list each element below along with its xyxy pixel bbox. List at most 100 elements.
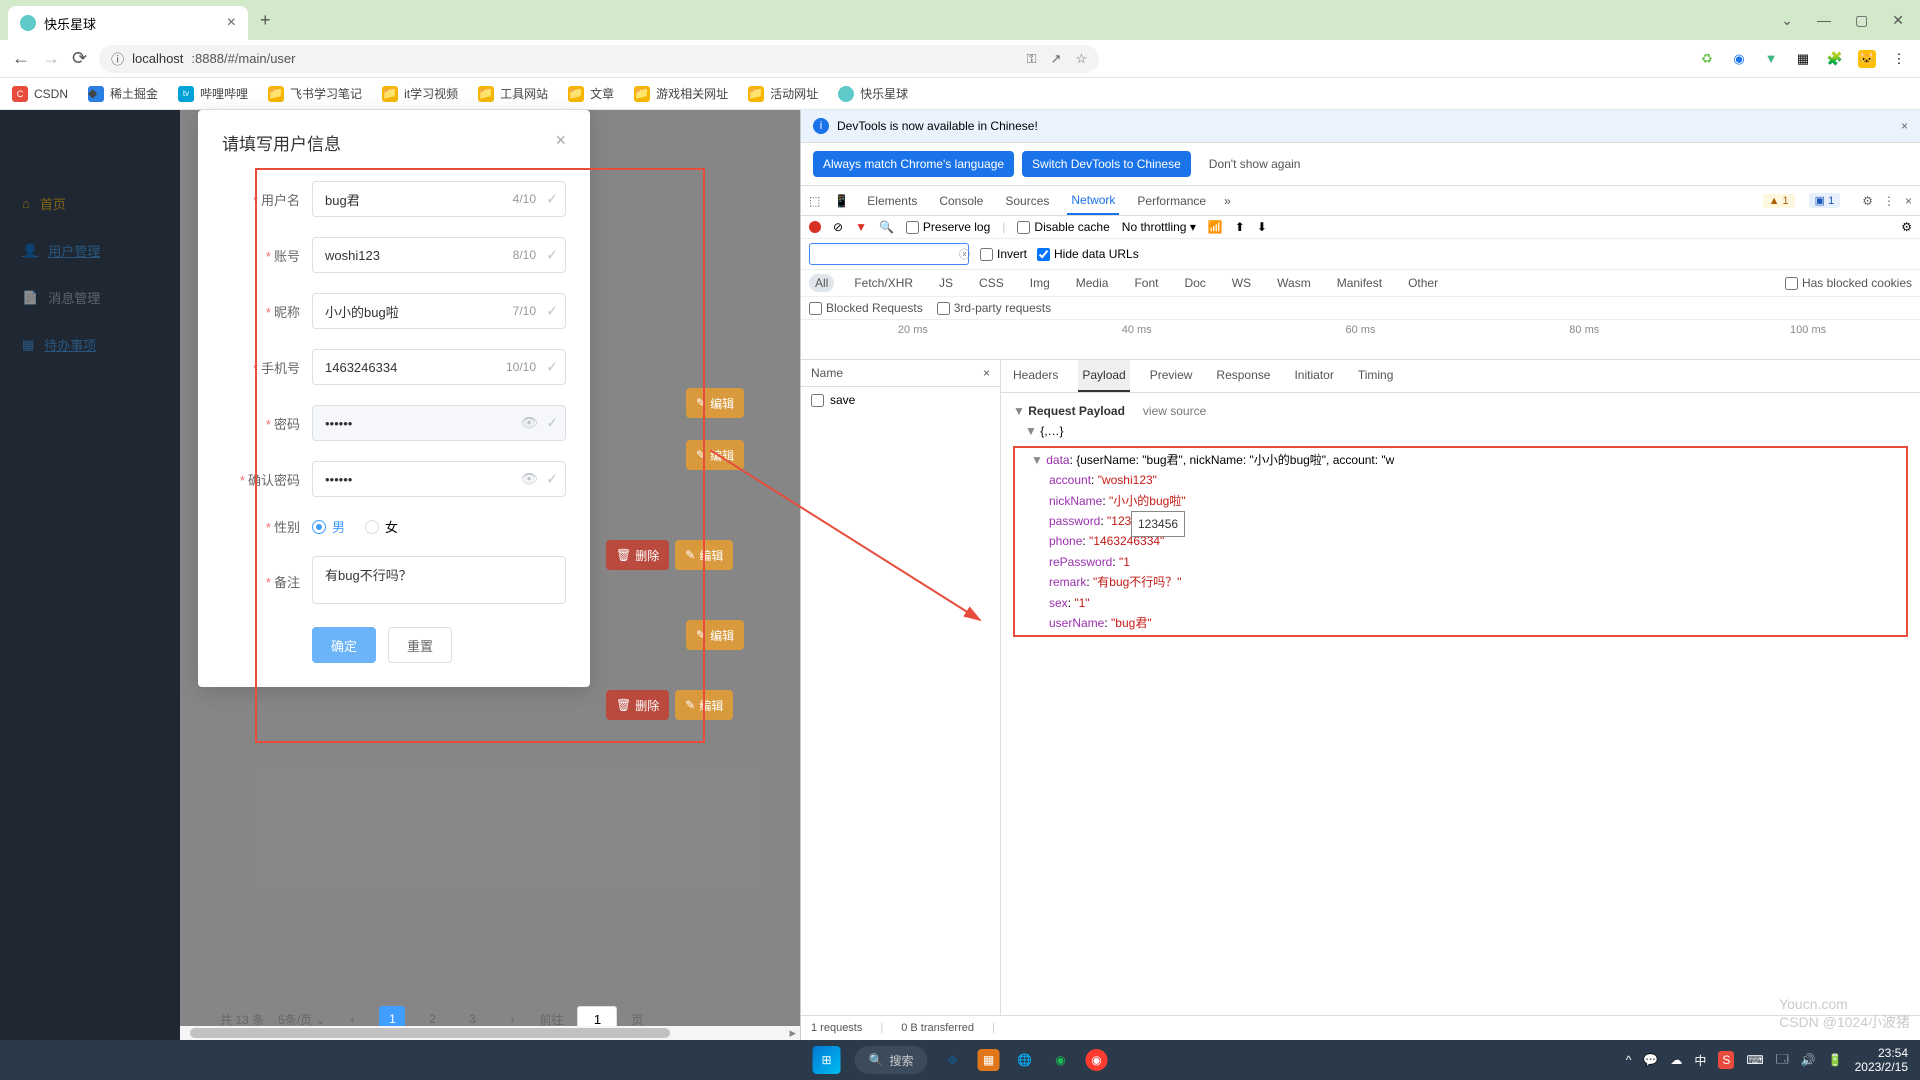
detail-tab-preview[interactable]: Preview <box>1146 360 1197 392</box>
filter-type[interactable]: Fetch/XHR <box>848 274 919 292</box>
throttling-select[interactable]: No throttling ▾ <box>1122 220 1196 234</box>
inspect-icon[interactable]: ⬚ <box>809 194 820 208</box>
menu-icon[interactable]: ⋮ <box>1883 194 1895 208</box>
page-size-select[interactable]: 5条/页 ⌄ <box>278 1011 325 1028</box>
close-icon[interactable]: × <box>1901 119 1908 133</box>
filter-type[interactable]: Wasm <box>1271 274 1317 292</box>
delete-button[interactable]: 🗑 删除 <box>606 540 669 570</box>
close-icon[interactable]: × <box>1905 194 1912 208</box>
detail-tab-payload[interactable]: Payload <box>1078 360 1129 392</box>
clear-filter-icon[interactable]: ⓧ <box>959 246 970 262</box>
gear-icon[interactable]: ⚙ <box>1901 220 1912 234</box>
filter-type[interactable]: Manifest <box>1331 274 1388 292</box>
taskbar-date[interactable]: 2023/2/15 <box>1855 1060 1908 1074</box>
maximize-icon[interactable]: ▢ <box>1855 12 1868 29</box>
ok-button[interactable]: 确定 <box>312 627 376 663</box>
eye-icon[interactable]: 👁 <box>520 415 538 432</box>
taskbar-app-icon[interactable]: 🌐 <box>1013 1049 1035 1071</box>
horizontal-scrollbar[interactable]: ▸ <box>180 1026 800 1040</box>
extensions-icon[interactable]: 🧩 <box>1826 50 1844 68</box>
star-icon[interactable]: ☆ <box>1075 51 1087 67</box>
devtools-tab-network[interactable]: Network <box>1067 187 1119 215</box>
bookmark-item[interactable]: 📁飞书学习笔记 <box>268 85 362 102</box>
request-item[interactable]: save <box>801 387 1000 413</box>
devtools-tab-elements[interactable]: Elements <box>863 188 921 214</box>
tray-icon[interactable]: 🗔 <box>1776 1050 1789 1071</box>
ext-icon[interactable]: ▦ <box>1794 50 1812 68</box>
record-icon[interactable] <box>809 221 821 233</box>
detail-tab-timing[interactable]: Timing <box>1354 360 1398 392</box>
reset-button[interactable]: 重置 <box>388 627 452 663</box>
key-icon[interactable]: ⚿ <box>1027 51 1037 67</box>
start-icon[interactable]: ⊞ <box>813 1046 841 1074</box>
ext-icon[interactable]: 🐱 <box>1858 50 1876 68</box>
edit-button[interactable]: ✎ 编辑 <box>686 388 744 418</box>
filter-type-all[interactable]: All <box>809 274 834 292</box>
reload-icon[interactable]: ⟳ <box>72 48 87 69</box>
bookmark-item[interactable]: tv哔哩哔哩 <box>178 85 248 102</box>
bookmark-item[interactable]: 📁工具网站 <box>478 85 548 102</box>
detail-tab-headers[interactable]: Headers <box>1009 360 1062 392</box>
edit-button[interactable]: ✎ 编辑 <box>675 540 733 570</box>
preserve-log-checkbox[interactable]: Preserve log <box>906 220 990 234</box>
edit-button[interactable]: ✎ 编辑 <box>675 690 733 720</box>
tray-icon[interactable]: ⌨ <box>1746 1053 1763 1067</box>
device-icon[interactable]: 📱 <box>834 194 849 208</box>
warning-badge[interactable]: ▲ 1 <box>1763 194 1795 208</box>
filter-icon[interactable]: ▼ <box>855 220 867 234</box>
filter-input[interactable] <box>809 243 969 265</box>
tray-icon[interactable]: S <box>1718 1051 1734 1069</box>
ext-icon[interactable]: ◉ <box>1730 50 1748 68</box>
taskbar-search[interactable]: 🔍搜索 <box>855 1046 928 1074</box>
caret-down-icon[interactable]: ⌄ <box>1781 12 1793 29</box>
close-icon[interactable]: × <box>983 366 990 380</box>
devtools-tab-performance[interactable]: Performance <box>1133 188 1210 214</box>
blocked-requests-checkbox[interactable]: Blocked Requests <box>809 301 923 315</box>
wifi-icon[interactable]: 📶 <box>1208 220 1223 234</box>
filter-type[interactable]: Font <box>1128 274 1164 292</box>
taskbar-app-icon[interactable]: ▦ <box>977 1049 999 1071</box>
tray-icon[interactable]: ^ <box>1626 1053 1632 1067</box>
minimize-icon[interactable]: — <box>1817 12 1831 29</box>
clear-icon[interactable]: ⊘ <box>833 220 843 234</box>
edit-button[interactable]: ✎ 编辑 <box>686 440 744 470</box>
detail-tab-response[interactable]: Response <box>1212 360 1274 392</box>
menu-icon[interactable]: ⋮ <box>1890 50 1908 68</box>
third-party-checkbox[interactable]: 3rd-party requests <box>937 301 1051 315</box>
bookmark-item[interactable]: 📁活动网址 <box>748 85 818 102</box>
new-tab-button[interactable]: + <box>260 10 271 31</box>
switch-language-button[interactable]: Switch DevTools to Chinese <box>1022 151 1191 177</box>
share-icon[interactable]: ↗ <box>1051 51 1062 67</box>
bookmark-item[interactable]: 📁文章 <box>568 85 614 102</box>
sex-radio-male[interactable]: 男 <box>312 517 345 536</box>
devtools-tab-sources[interactable]: Sources <box>1001 188 1053 214</box>
invert-checkbox[interactable]: Invert <box>980 247 1027 261</box>
taskbar-app-icon[interactable]: ◉ <box>1085 1049 1107 1071</box>
address-bar[interactable]: ⓘ localhost:8888/#/main/user ⚿ ↗ ☆ <box>99 45 1099 73</box>
forward-icon[interactable]: → <box>42 48 60 69</box>
bookmark-item[interactable]: 📁游戏相关网址 <box>634 85 728 102</box>
taskbar-app-icon[interactable]: ◉ <box>1049 1049 1071 1071</box>
bookmark-item[interactable]: CCSDN <box>12 86 68 102</box>
close-icon[interactable]: ✕ <box>1892 12 1904 29</box>
filter-type[interactable]: CSS <box>973 274 1010 292</box>
edit-button[interactable]: ✎ 编辑 <box>686 620 744 650</box>
eye-icon[interactable]: 👁 <box>520 471 538 488</box>
view-source-link[interactable]: view source <box>1143 404 1206 418</box>
devtools-tab-console[interactable]: Console <box>935 188 987 214</box>
blocked-cookies-checkbox[interactable]: Has blocked cookies <box>1785 276 1912 290</box>
upload-icon[interactable]: ⬆ <box>1235 220 1245 234</box>
more-tabs-icon[interactable]: » <box>1224 194 1231 208</box>
taskbar-time[interactable]: 23:54 <box>1855 1046 1908 1060</box>
network-timeline[interactable]: 20 ms 40 ms 60 ms 80 ms 100 ms <box>801 320 1920 360</box>
filter-type[interactable]: Img <box>1024 274 1056 292</box>
taskbar-app-icon[interactable]: ⟐ <box>941 1049 963 1071</box>
tray-icon[interactable]: 中 <box>1694 1052 1706 1069</box>
sex-radio-female[interactable]: 女 <box>365 517 398 536</box>
gear-icon[interactable]: ⚙ <box>1862 194 1873 208</box>
search-icon[interactable]: 🔍 <box>879 220 894 234</box>
close-icon[interactable]: × <box>555 130 566 155</box>
filter-type[interactable]: Doc <box>1178 274 1211 292</box>
dont-show-button[interactable]: Don't show again <box>1199 151 1311 177</box>
ext-icon[interactable]: ♻ <box>1698 50 1716 68</box>
